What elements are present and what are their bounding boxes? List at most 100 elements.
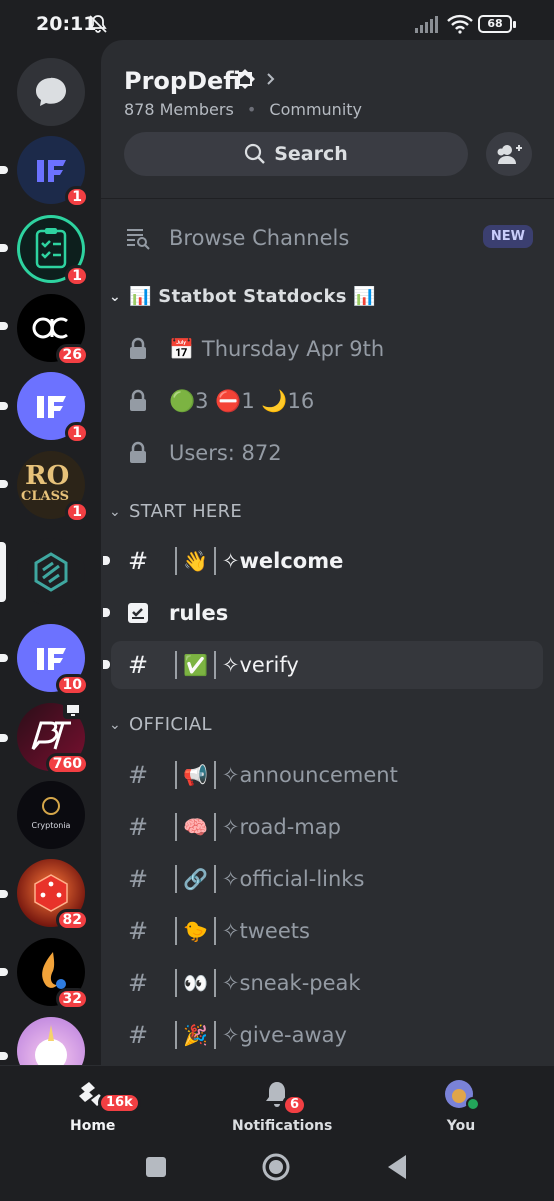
locked-hash-icon: # [127, 865, 149, 893]
channel-name: ✧welcome [221, 549, 344, 573]
channel-sneak-peak[interactable]: # 👀 ✧sneak-peak [111, 960, 543, 1006]
server-icon-propdefi[interactable] [17, 538, 85, 606]
unread-indicator [0, 402, 8, 410]
tab-notifications[interactable]: Notifications 6 [232, 1078, 332, 1134]
browse-channels-row[interactable]: Browse Channels NEW [111, 215, 543, 261]
separator-bar [175, 1021, 177, 1049]
unicorn-logo [17, 1017, 85, 1065]
channel-rules[interactable]: rules [103, 590, 543, 636]
server-icon-bt[interactable]: 760 [17, 701, 89, 775]
mention-badge: 26 [55, 344, 89, 366]
server-icon-ro-classic[interactable]: RO CLASS 1 [17, 451, 89, 523]
separator-bar [175, 865, 177, 893]
channel-give-away[interactable]: # 🎉 ✧give-away [111, 1012, 543, 1058]
back-icon[interactable] [386, 1154, 408, 1180]
direct-messages-button[interactable] [17, 58, 85, 126]
mention-badge: 1 [65, 265, 89, 287]
locked-hash-icon: # [127, 917, 149, 945]
search-button[interactable]: Search [124, 132, 468, 176]
separator-bar [213, 761, 216, 789]
server-icon-if-1[interactable]: 1 [17, 136, 89, 208]
megaphone-emoji: 📢 [183, 763, 208, 787]
tab-you[interactable]: You [440, 1078, 482, 1134]
divider [101, 198, 554, 199]
cellular-signal-icon [415, 16, 438, 33]
server-icon-checklist[interactable]: 1 [17, 215, 89, 287]
channel-tweets[interactable]: # 🐤 ✧tweets [111, 908, 543, 954]
chat-bubble-icon [36, 77, 66, 106]
separator-bar [213, 969, 216, 997]
search-label: Search [274, 143, 348, 165]
chevron-down-icon: ⌄ [109, 288, 122, 305]
category-start-here[interactable]: ⌄ START HERE [109, 501, 242, 522]
channel-stat-status[interactable]: 🟢3 ⛔1 🌙16 [111, 378, 543, 424]
lock-icon [121, 337, 155, 361]
separator-bar [213, 917, 216, 945]
brain-emoji: 🧠 [183, 815, 208, 839]
tab-label: Home [70, 1118, 116, 1134]
screen-share-icon [63, 701, 83, 719]
locked-hash-icon: # [127, 761, 149, 789]
verified-chevron-icon[interactable] [233, 68, 283, 94]
bell-off-icon [89, 15, 107, 33]
browse-channels-icon [121, 226, 155, 250]
channel-name: ✧give-away [221, 1023, 347, 1047]
unread-indicator [0, 166, 8, 174]
separator-bar [175, 969, 177, 997]
mention-badge: 760 [45, 753, 89, 775]
server-icon-if-3[interactable]: 10 [17, 624, 89, 696]
ro-text: RO [25, 461, 70, 491]
channel-announcement[interactable]: # 📢 ✧announcement [111, 752, 543, 798]
server-name[interactable]: PropDefi [124, 67, 241, 95]
mention-badge: 1 [65, 422, 89, 444]
party-emoji: 🎉 [183, 1023, 208, 1047]
separator-bar [213, 547, 216, 575]
add-member-icon [497, 145, 522, 164]
channel-stat-date[interactable]: 📅 Thursday Apr 9th [111, 326, 543, 372]
server-icon-unicorn[interactable] [17, 1017, 85, 1065]
server-icon-dice[interactable]: 82 [17, 859, 89, 931]
dm-icon-bg [17, 58, 85, 126]
category-statbot[interactable]: ⌄ 📊 Statbot Statdocks 📊 [109, 286, 376, 307]
home-circle-icon[interactable] [261, 1152, 291, 1182]
separator-bar [213, 651, 216, 679]
search-icon [245, 143, 266, 164]
propdefi-logo-icon [34, 552, 68, 592]
channel-name: ✧announcement [221, 763, 398, 787]
separator-bar [175, 813, 177, 841]
server-subtitle: 878 Members • Community [124, 100, 362, 119]
mention-badge: 1 [65, 186, 89, 208]
lock-icon [121, 441, 155, 465]
channel-name: Thursday Apr 9th [201, 337, 385, 361]
server-icon-ac[interactable]: 26 [17, 294, 89, 366]
channel-road-map[interactable]: # 🧠 ✧road-map [111, 804, 543, 850]
server-icon-cryptonia[interactable]: Cryptonia [17, 781, 85, 849]
tab-home[interactable]: Home 16k [70, 1078, 141, 1134]
separator-bar [213, 1021, 216, 1049]
separator-dot: • [246, 100, 257, 119]
channel-name: 🟢3 ⛔1 🌙16 [169, 388, 315, 413]
cryptonia-logo-icon [42, 797, 60, 815]
check-emoji: ✅ [183, 653, 208, 677]
locked-hash-icon: # [127, 813, 149, 841]
recents-icon[interactable] [145, 1156, 167, 1178]
channel-official-links[interactable]: # 🔗 ✧official-links [111, 856, 543, 902]
locked-hash-icon: # [127, 969, 149, 997]
channel-stat-users[interactable]: Users: 872 [111, 430, 543, 476]
server-icon-flame[interactable]: 32 [17, 938, 89, 1010]
category-official[interactable]: ⌄ OFFICIAL [109, 714, 212, 735]
channel-verify[interactable]: # ✅ ✧verify [103, 641, 543, 689]
invite-button[interactable] [486, 132, 532, 176]
notifications-badge: 6 [282, 1094, 308, 1116]
server-type: Community [269, 100, 363, 119]
category-label: OFFICIAL [129, 714, 212, 735]
browse-channels-label: Browse Channels [169, 226, 350, 250]
chick-emoji: 🐤 [183, 919, 208, 943]
channel-name: rules [169, 601, 229, 625]
channel-welcome[interactable]: # 👋 ✧welcome [103, 538, 543, 584]
unread-indicator [0, 734, 8, 742]
server-icon-if-2[interactable]: 1 [17, 372, 89, 444]
server-rail: 1 1 26 1 RO CLASS 1 10 760 Cryptonia 82 … [0, 50, 100, 1065]
cryptonia-text: Cryptonia [31, 821, 71, 830]
unread-indicator [0, 968, 8, 976]
